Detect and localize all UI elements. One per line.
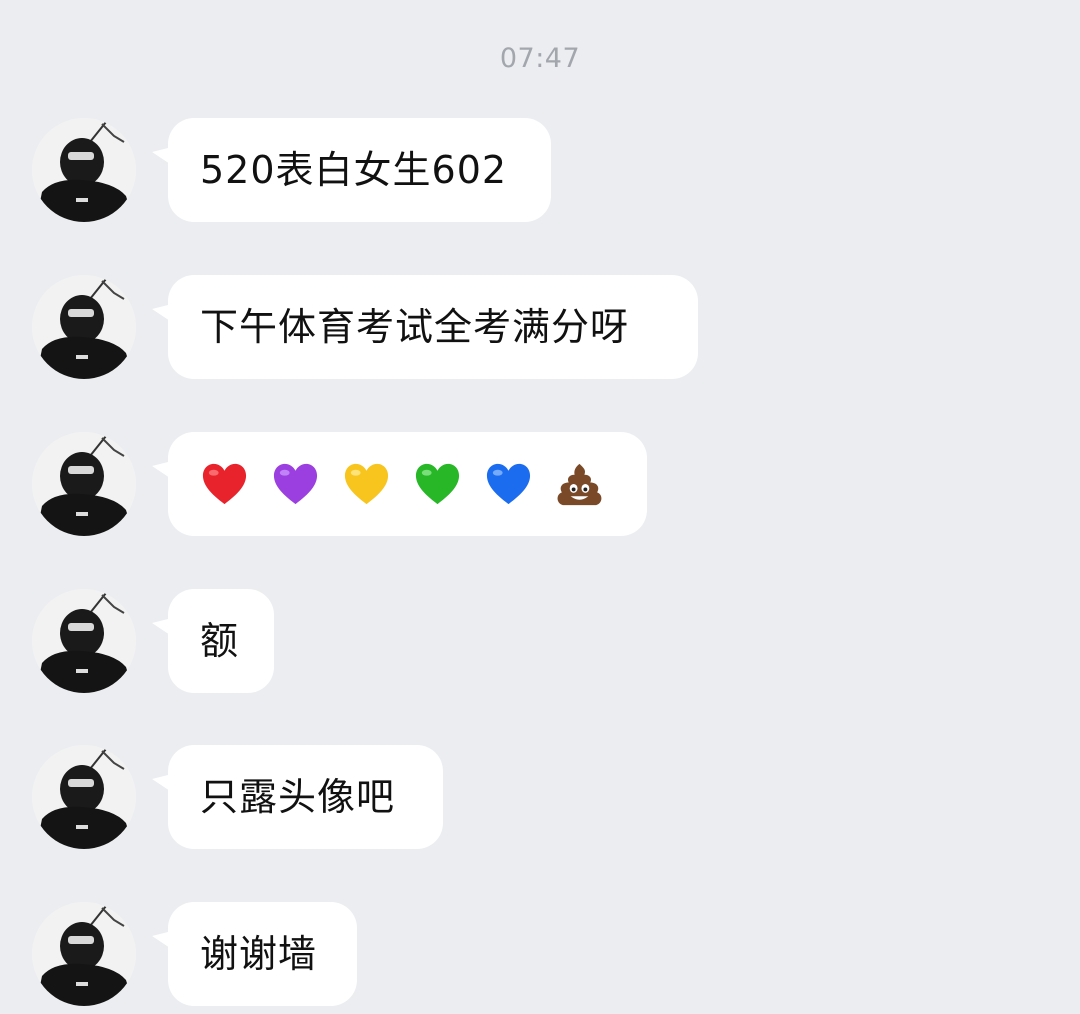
pile-of-poo-icon [557,463,602,505]
avatar-image [32,902,136,1006]
message-row: 下午体育考试全考满分呀 [0,275,1080,379]
message-row [0,432,1080,536]
avatar-image [32,432,136,536]
avatar[interactable] [32,589,136,693]
message-text: 谢谢墙 [200,932,318,976]
avatar-image [32,118,136,222]
message-bubble[interactable]: 只露头像吧 [168,745,443,849]
avatar[interactable] [32,275,136,379]
emoji-row [200,460,604,509]
message-text: 只露头像吧 [200,775,396,819]
message-row: 额 [0,589,1080,693]
avatar-image [32,275,136,379]
message-timestamp: 07:47 [499,43,581,74]
purple-heart-icon [273,463,318,504]
red-heart-icon [202,463,247,504]
avatar-image [32,745,136,849]
message-row: 520表白女生602 [0,118,1080,222]
avatar[interactable] [32,902,136,1006]
message-bubble[interactable]: 下午体育考试全考满分呀 [168,275,698,379]
avatar[interactable] [32,432,136,536]
message-text: 额 [200,619,240,663]
yellow-heart-icon [344,463,389,504]
message-bubble[interactable]: 520表白女生602 [168,118,551,222]
message-text: 下午体育考试全考满分呀 [200,305,630,349]
avatar-image [32,589,136,693]
message-text: 520表白女生602 [200,148,508,192]
avatar[interactable] [32,118,136,222]
message-bubble[interactable] [168,432,647,536]
message-bubble[interactable]: 谢谢墙 [168,902,357,1006]
message-bubble[interactable]: 额 [168,589,274,693]
green-heart-icon [415,463,460,504]
message-row: 谢谢墙 [0,902,1080,1006]
avatar[interactable] [32,745,136,849]
message-row: 只露头像吧 [0,745,1080,849]
blue-heart-icon [486,463,531,504]
